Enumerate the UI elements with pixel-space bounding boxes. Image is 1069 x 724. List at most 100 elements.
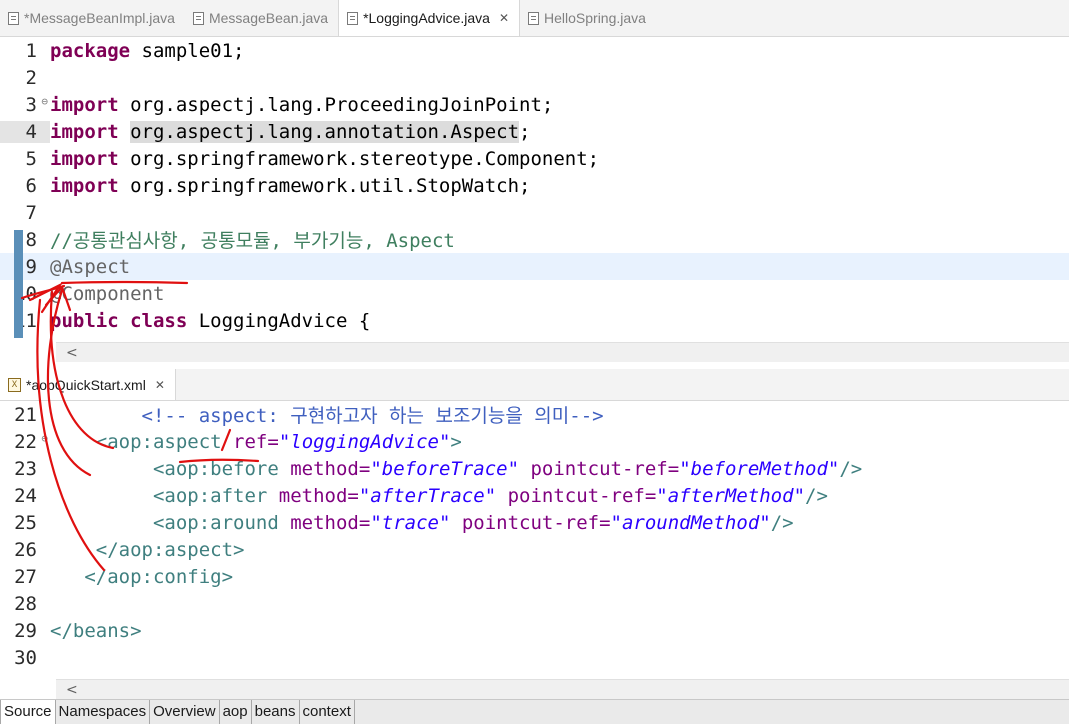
line-number-text: 22 [14,430,37,453]
code-line: 7 [0,199,1069,226]
tab-loggingadvice[interactable]: *LoggingAdvice.java ✕ [338,0,520,36]
code-line: 21 <!-- aspect: 구현하고자 하는 보조기능을 의미--> [0,401,1069,428]
page-tab-source[interactable]: Source [0,700,56,724]
line-number: 7 [25,201,37,224]
tab-label: HelloSpring.java [544,10,646,26]
line-number: 9 [25,255,37,278]
java-file-icon [347,11,359,25]
line-number: 10 [14,282,37,305]
xml-value: "afterMethod" [656,484,806,507]
line-number: 29 [14,619,37,642]
page-tab-aop[interactable]: aop [220,700,252,724]
code-line: 11 public class LoggingAdvice { [0,307,1069,334]
code-line: 24 <aop:after method="afterTrace" pointc… [0,482,1069,509]
tab-aopquickstart-xml[interactable]: X *aopQuickStart.xml ✕ [0,369,176,400]
page-tab-context[interactable]: context [300,700,355,724]
xml-tag: /> [770,511,794,534]
code-token: import [50,174,119,197]
line-number: 5 [25,147,37,170]
line-number: 22 ⊖ [0,431,50,453]
xml-editor-tab-bar: X *aopQuickStart.xml ✕ [0,369,1069,401]
xml-value: "afterTrace" [358,484,497,507]
close-icon[interactable]: ✕ [499,11,509,25]
code-line: 4 import org.aspectj.lang.annotation.Asp… [0,118,1069,145]
line-number: 3 ⊖ [0,94,50,116]
xml-attr: method= [278,511,371,534]
tab-label: *MessageBeanImpl.java [24,10,175,26]
tab-label: *LoggingAdvice.java [363,10,490,26]
editor-page-tabs: Source Namespaces Overview aop beans con… [0,699,1069,724]
java-file-icon [192,11,204,25]
line-number: 6 [25,174,37,197]
xml-attr: method= [267,484,359,507]
line-number: 26 [14,538,37,561]
horizontal-scrollbar[interactable]: < [56,342,1069,362]
code-token: org.springframework.util.StopWatch; [118,174,531,197]
xml-attr: pointcut-ref= [519,457,680,480]
xml-tag: <aop:around [152,511,279,534]
java-editor[interactable]: 1 package sample01; 2 3 ⊖ import org.aspe… [0,37,1069,342]
code-line: 3 ⊖ import org.aspectj.lang.ProceedingJoi… [0,91,1069,118]
xml-file-icon: X [8,377,21,392]
code-token: org.aspectj.lang.ProceedingJoinPoint; [118,93,554,116]
code-line: 23 <aop:before method="beforeTrace" poin… [0,455,1069,482]
code-line-current: 9 @Aspect [0,253,1069,280]
line-number: 30 [14,646,37,669]
xml-value: "trace" [370,511,451,534]
tab-label: *aopQuickStart.xml [26,376,146,393]
code-annotation: @Component [50,282,165,305]
scroll-left-icon[interactable]: < [66,345,78,361]
code-line: 22 ⊖ <aop:aspect ref="loggingAdvice"> [0,428,1069,455]
fold-collapse-icon[interactable]: ⊖ [41,95,48,108]
line-number: 23 [14,457,37,480]
code-line: 1 package sample01; [0,37,1069,64]
tab-hellospring[interactable]: HelloSpring.java [520,0,656,36]
code-line: 29 </beans> [0,617,1069,644]
code-line: 2 [0,64,1069,91]
xml-attr: ref= [221,430,279,453]
horizontal-scrollbar[interactable]: < [56,679,1069,699]
close-icon[interactable]: ✕ [155,378,165,392]
code-line: 6 import org.springframework.util.StopWa… [0,172,1069,199]
code-line: 28 [0,590,1069,617]
xml-tag: <aop:before [152,457,279,480]
tab-messagebean[interactable]: MessageBean.java [185,0,338,36]
editor-tab-bar: *MessageBeanImpl.java MessageBean.java *… [0,0,1069,37]
xml-tag: </aop:aspect> [95,538,245,561]
page-tab-namespaces[interactable]: Namespaces [56,700,151,724]
line-number: 21 [14,403,37,426]
code-line: 8 //공통관심사항, 공통모듈, 부가기능, Aspect [0,226,1069,253]
code-token: import [50,120,119,143]
xml-editor[interactable]: 21 <!-- aspect: 구현하고자 하는 보조기능을 의미--> 22 ⊖… [0,401,1069,679]
line-number: 2 [25,66,37,89]
code-token: org.springframework.stereotype.Component… [118,147,600,170]
xml-value: "beforeMethod" [679,457,840,480]
code-token: import [50,93,119,116]
code-token: ; [519,120,531,143]
code-token: import [50,147,119,170]
code-token: package [50,39,131,62]
change-marker [14,230,23,338]
xml-tag: </aop:config> [84,565,234,588]
code-line: 25 <aop:around method="trace" pointcut-r… [0,509,1069,536]
tab-messagebeanimpl[interactable]: *MessageBeanImpl.java [0,0,185,36]
fold-collapse-icon[interactable]: ⊖ [41,432,48,445]
java-file-icon [8,11,19,25]
xml-attr: pointcut-ref= [450,511,611,534]
code-line: 5 import org.springframework.stereotype.… [0,145,1069,172]
line-number: 27 [14,565,37,588]
xml-value: "loggingAdvice" [278,430,451,453]
code-line: 30 [0,644,1069,671]
xml-tag: > [450,430,462,453]
line-number: 25 [14,511,37,534]
line-number: 1 [25,39,37,62]
line-number-text: 3 [25,93,37,116]
page-tab-beans[interactable]: beans [252,700,300,724]
code-annotation: @Aspect [50,255,131,278]
page-tab-overview[interactable]: Overview [150,700,220,724]
java-file-icon [528,11,539,25]
code-line: 10 @Component [0,280,1069,307]
line-number: 24 [14,484,37,507]
xml-attr: method= [278,457,371,480]
scroll-left-icon[interactable]: < [66,682,78,698]
